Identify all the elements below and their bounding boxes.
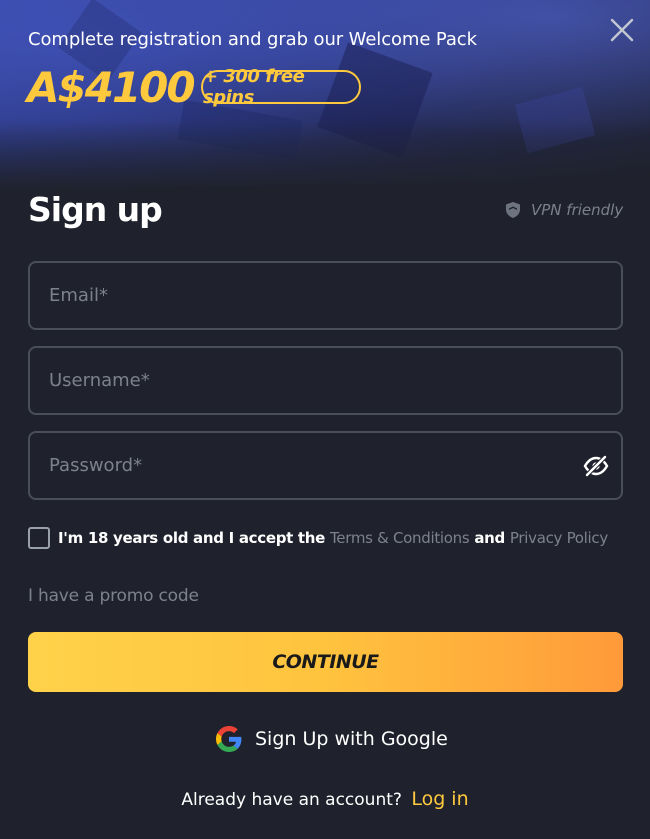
consent-checkbox[interactable] bbox=[28, 527, 50, 549]
welcome-pack-text: Complete registration and grab our Welco… bbox=[28, 29, 477, 50]
password-input[interactable] bbox=[30, 433, 621, 498]
bonus-amount: A$4100 bbox=[27, 63, 196, 112]
email-input[interactable] bbox=[30, 263, 621, 328]
password-field[interactable] bbox=[28, 431, 623, 500]
privacy-policy-link[interactable]: Privacy Policy bbox=[510, 529, 608, 547]
email-field[interactable] bbox=[28, 261, 623, 330]
eye-slash-icon[interactable] bbox=[583, 455, 609, 477]
login-link[interactable]: Log in bbox=[411, 788, 468, 810]
shield-icon bbox=[506, 202, 520, 218]
google-icon bbox=[216, 726, 242, 752]
hero-decoration bbox=[514, 86, 596, 154]
vpn-friendly-badge: VPN friendly bbox=[505, 201, 623, 219]
login-prompt-text: Already have an account? bbox=[181, 790, 402, 810]
continue-button[interactable]: CONTINUE bbox=[28, 632, 623, 692]
free-spins-badge: + 300 free spins bbox=[201, 66, 361, 108]
consent-and-text: and bbox=[474, 529, 505, 547]
username-field[interactable] bbox=[28, 346, 623, 415]
close-icon bbox=[610, 18, 634, 42]
age-terms-consent: I'm 18 years old and I accept the Terms … bbox=[28, 527, 608, 549]
username-input[interactable] bbox=[30, 348, 621, 413]
page-title: Sign up bbox=[28, 190, 163, 229]
google-signup-label: Sign Up with Google bbox=[255, 728, 448, 750]
hero-decoration bbox=[177, 99, 303, 161]
login-prompt: Already have an account? Log in bbox=[0, 788, 650, 810]
terms-conditions-link[interactable]: Terms & Conditions bbox=[330, 529, 470, 547]
vpn-friendly-label: VPN friendly bbox=[531, 201, 624, 219]
promo-code-link[interactable]: I have a promo code bbox=[28, 586, 199, 606]
consent-label: I'm 18 years old and I accept the Terms … bbox=[58, 529, 608, 547]
google-signup-button[interactable]: Sign Up with Google bbox=[216, 726, 448, 752]
consent-text: I'm 18 years old and I accept the bbox=[58, 529, 326, 547]
close-button[interactable] bbox=[608, 16, 636, 44]
